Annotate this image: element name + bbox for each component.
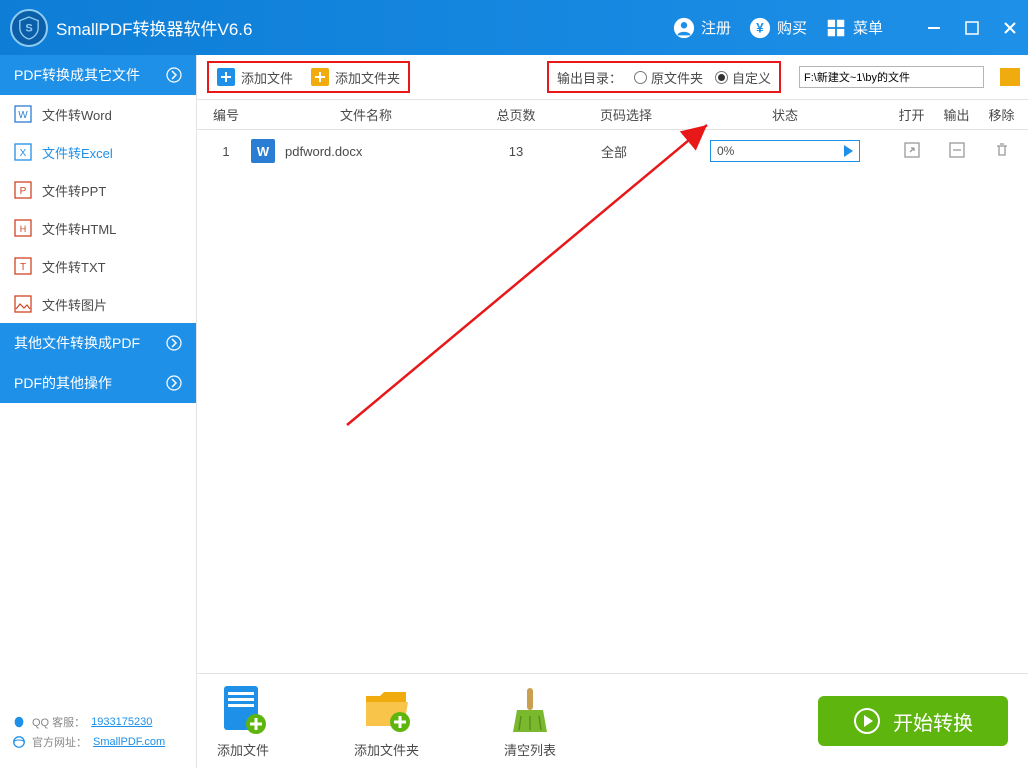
open-icon[interactable] (903, 141, 921, 159)
txt-icon: T (14, 257, 32, 275)
minimize-icon[interactable] (926, 20, 942, 36)
sidebar-item-excel[interactable]: X 文件转Excel (0, 133, 196, 171)
add-folder-icon (311, 68, 329, 86)
chevron-right-icon (166, 67, 182, 83)
maximize-icon[interactable] (964, 20, 980, 36)
bottom-add-folder[interactable]: 添加文件夹 (354, 684, 419, 759)
output-path-input[interactable] (799, 66, 984, 88)
buy-button[interactable]: ¥ 购买 (749, 17, 807, 39)
svg-text:T: T (20, 262, 26, 273)
app-title: SmallPDF转换器软件V6.6 (56, 15, 673, 40)
add-file-icon (217, 68, 235, 86)
browse-folder-button[interactable] (1000, 68, 1020, 86)
bottom-bar: 添加文件 添加文件夹 清空列表 开始转换 (197, 673, 1028, 768)
add-file-button[interactable]: 添加文件 (217, 68, 293, 87)
titlebar: S SmallPDF转换器软件V6.6 注册 ¥ 购买 菜单 (0, 0, 1028, 55)
play-circle-icon (853, 707, 881, 735)
broom-icon (505, 684, 555, 734)
add-folder-large-icon (362, 684, 412, 734)
svg-text:H: H (20, 224, 27, 234)
table-row[interactable]: 1 W pdfword.docx 13 全部 0% (197, 130, 1028, 172)
radio-original-folder[interactable]: 原文件夹 (634, 68, 703, 87)
add-folder-button[interactable]: 添加文件夹 (311, 68, 400, 87)
sidebar: PDF转换成其它文件 W 文件转Word X 文件转Excel P 文件转PPT… (0, 55, 197, 768)
table-header: 编号 文件名称 总页数 页码选择 状态 打开 输出 移除 (197, 100, 1028, 130)
svg-text:W: W (18, 110, 28, 121)
app-logo: S (10, 9, 48, 47)
excel-icon: X (14, 143, 32, 161)
sidebar-item-image[interactable]: 文件转图片 (0, 285, 196, 323)
play-icon (844, 145, 853, 157)
svg-text:P: P (20, 186, 27, 197)
qq-link[interactable]: 1933175230 (91, 716, 152, 728)
output-icon[interactable] (948, 141, 966, 159)
toolbar-highlighted-box: 添加文件 添加文件夹 (207, 61, 410, 93)
close-icon[interactable] (1002, 20, 1018, 36)
output-label: 输出目录： (557, 68, 622, 87)
output-highlighted-box: 输出目录： 原文件夹 自定义 (547, 61, 781, 93)
browser-icon (12, 735, 26, 749)
sidebar-header-pdf-ops[interactable]: PDF的其他操作 (0, 363, 196, 403)
radio-icon (634, 71, 647, 84)
content-area: 添加文件 添加文件夹 输出目录： 原文件夹 自定义 (197, 55, 1028, 768)
sidebar-item-word[interactable]: W 文件转Word (0, 95, 196, 133)
sidebar-item-txt[interactable]: T 文件转TXT (0, 247, 196, 285)
sidebar-footer: QQ 客服： 1933175230 官方网址： SmallPDF.com (0, 700, 196, 768)
menu-button[interactable]: 菜单 (825, 17, 883, 39)
bottom-clear[interactable]: 清空列表 (504, 684, 556, 759)
bottom-add-file[interactable]: 添加文件 (217, 684, 269, 759)
ppt-icon: P (14, 181, 32, 199)
svg-text:S: S (25, 22, 32, 34)
radio-custom-folder[interactable]: 自定义 (715, 68, 771, 87)
svg-text:X: X (20, 148, 27, 159)
site-link[interactable]: SmallPDF.com (93, 736, 165, 748)
svg-text:¥: ¥ (756, 20, 764, 35)
sidebar-header-pdf-to-other[interactable]: PDF转换成其它文件 (0, 55, 196, 95)
progress-bar[interactable]: 0% (710, 140, 860, 162)
radio-checked-icon (715, 71, 728, 84)
sidebar-item-ppt[interactable]: P 文件转PPT (0, 171, 196, 209)
html-icon: H (14, 219, 32, 237)
chevron-right-icon (166, 375, 182, 391)
register-button[interactable]: 注册 (673, 17, 731, 39)
add-file-large-icon (218, 684, 268, 734)
yen-icon: ¥ (749, 17, 771, 39)
chevron-right-icon (166, 335, 182, 351)
user-icon (673, 17, 695, 39)
grid-icon (825, 17, 847, 39)
qq-icon (12, 715, 26, 729)
file-type-icon: W (251, 139, 275, 163)
sidebar-header-other-to-pdf[interactable]: 其他文件转换成PDF (0, 323, 196, 363)
start-convert-button[interactable]: 开始转换 (818, 696, 1008, 746)
word-icon: W (14, 105, 32, 123)
sidebar-item-html[interactable]: H 文件转HTML (0, 209, 196, 247)
file-name: pdfword.docx (285, 144, 362, 159)
delete-icon[interactable] (993, 141, 1011, 159)
image-icon (14, 295, 32, 313)
